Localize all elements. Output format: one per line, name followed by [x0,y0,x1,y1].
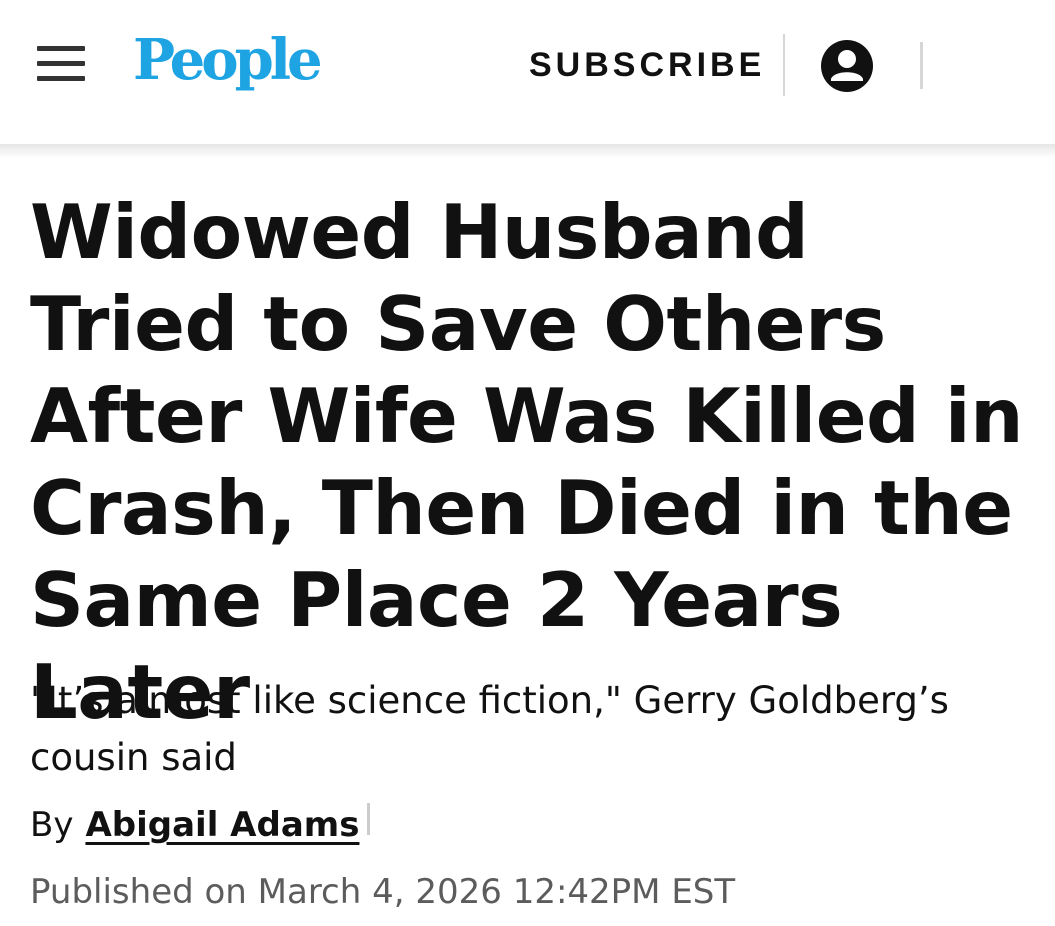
byline-divider [367,803,370,835]
user-account-icon[interactable] [820,39,874,93]
subscribe-button[interactable]: SUBSCRIBE [529,44,765,86]
header-shadow [0,144,1055,158]
hamburger-menu-icon[interactable] [37,46,85,82]
menu-bar [37,61,85,66]
author-link[interactable]: Abigail Adams [85,805,359,845]
article-subheadline: "It’s almost like science fiction," Gerr… [30,679,949,779]
menu-bar [37,76,85,81]
people-logo[interactable]: People [133,24,323,96]
header-divider [920,42,923,89]
user-account-icon-graphic [821,40,873,92]
site-header: People SUBSCRIBE [0,0,1055,144]
byline: By Abigail Adams [30,800,359,850]
article-headline: Widowed Husband Tried to Save Others Aft… [30,188,1023,736]
byline-prefix: By [30,805,74,845]
menu-bar [37,46,85,51]
header-divider [783,34,785,96]
publish-date: Published on March 4, 2026 12:42PM EST [30,872,736,912]
